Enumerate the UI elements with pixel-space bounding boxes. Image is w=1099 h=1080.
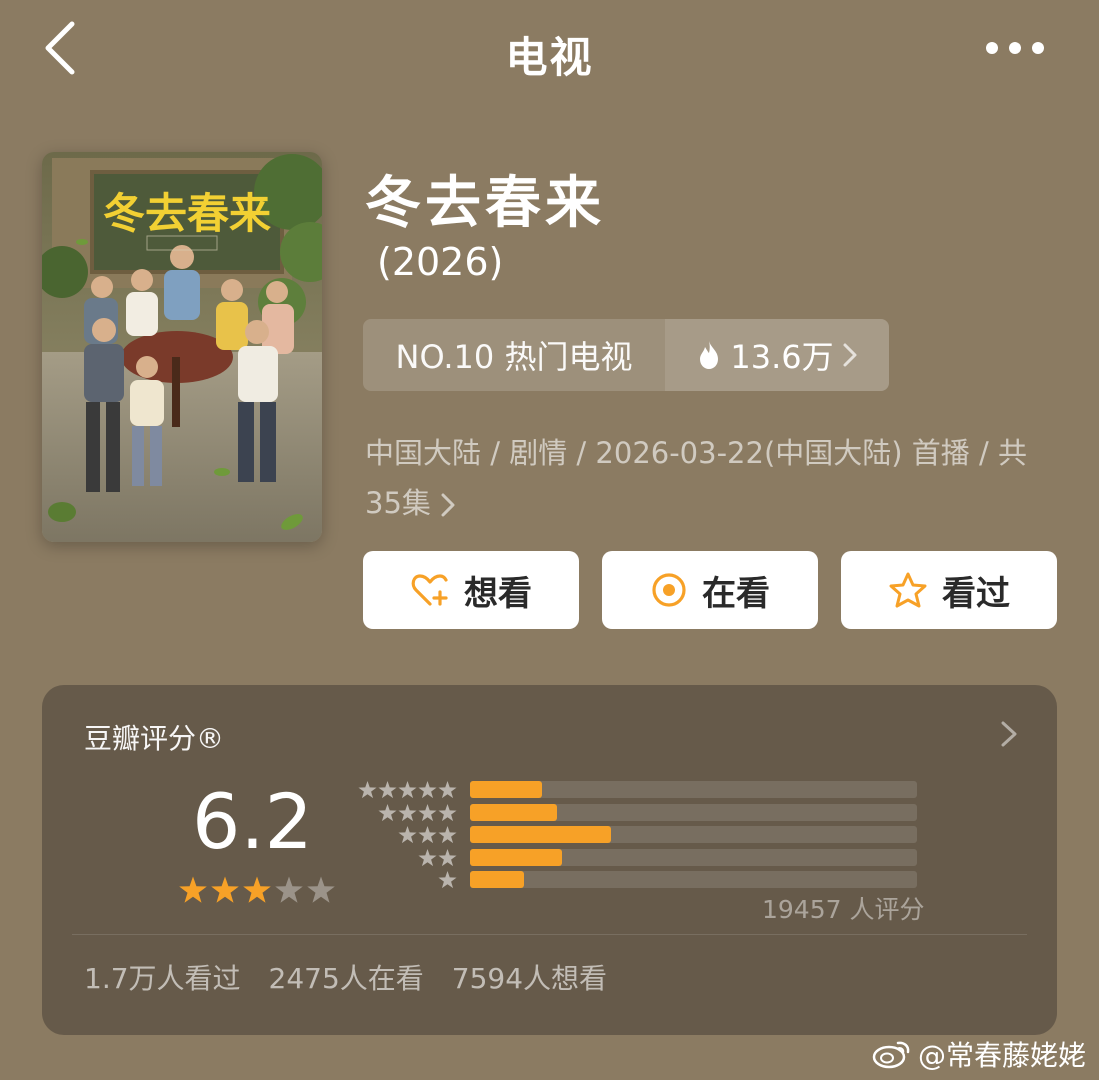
divider xyxy=(72,934,1027,935)
chevron-right-icon xyxy=(1001,721,1017,747)
watermark-text: @常春藤姥姥 xyxy=(918,1039,1087,1072)
star-small-icon xyxy=(438,803,457,821)
star-small-icon xyxy=(398,781,417,799)
distribution-bar-fill xyxy=(470,826,611,843)
poster-title-text: 冬去春来 xyxy=(103,189,271,238)
movie-meta[interactable]: 中国大陆 / 剧情 / 2026-03-22(中国大陆) 首播 / 共 35集 xyxy=(365,428,1065,528)
watermark: @常春藤姥姥 xyxy=(872,1034,1086,1074)
distribution-bar-fill xyxy=(470,871,524,888)
douban-rating-label: 豆瓣评分® xyxy=(84,722,225,755)
want-count: 7594人想看 xyxy=(451,962,608,995)
want-to-watch-button[interactable]: 想看 xyxy=(363,551,579,629)
rating-score: 6.2 xyxy=(192,777,313,866)
star-filled-icon xyxy=(179,876,207,903)
star-small-icon xyxy=(398,826,417,844)
distribution-bar-track xyxy=(470,848,917,866)
watched-count: 1.7万人看过 xyxy=(84,962,241,995)
distribution-bar-fill xyxy=(470,781,542,798)
movie-year: (2026) xyxy=(377,240,504,284)
distribution-bar-fill xyxy=(470,848,562,866)
distribution-bar-track xyxy=(470,871,917,888)
star-small-icon xyxy=(378,781,397,799)
heat-value: 13.6万 xyxy=(730,338,834,376)
star-small-icon xyxy=(418,803,437,821)
distribution-stars xyxy=(358,848,457,871)
chevron-right-icon xyxy=(843,343,857,367)
star-empty-icon xyxy=(307,876,335,903)
flame-icon xyxy=(700,341,719,369)
star-small-icon xyxy=(438,781,457,799)
watched-label: 看过 xyxy=(942,573,1010,614)
ranking-label[interactable]: NO.10 热门电视 xyxy=(363,319,665,391)
heat-value-button[interactable]: 13.6万 xyxy=(665,319,889,391)
star-small-icon xyxy=(378,803,397,821)
distribution-stars xyxy=(358,825,457,848)
more-button[interactable] xyxy=(980,26,1050,70)
poster-image[interactable]: 冬去春来 xyxy=(42,152,322,542)
star-small-icon xyxy=(418,826,437,844)
chevron-right-icon xyxy=(441,493,455,517)
rating-count: 19457 人评分 xyxy=(762,895,925,924)
stats-row: 1.7万人看过 2475人在看 7594人想看 xyxy=(84,957,607,997)
watched-button[interactable]: 看过 xyxy=(841,551,1057,629)
distribution-stars xyxy=(358,870,457,893)
movie-title: 冬去春来 xyxy=(365,171,605,236)
star-small-icon xyxy=(438,826,457,844)
want-to-watch-label: 想看 xyxy=(464,573,532,614)
star-filled-icon xyxy=(211,876,239,903)
star-outline-icon xyxy=(889,572,927,608)
distribution-bar-fill xyxy=(470,803,557,821)
watching-label: 在看 xyxy=(702,573,770,614)
star-filled-icon xyxy=(243,876,271,903)
page-title: 电视 xyxy=(505,33,594,82)
star-empty-icon xyxy=(275,876,303,903)
target-circle-icon xyxy=(652,573,686,607)
star-small-icon xyxy=(438,848,457,866)
star-small-icon xyxy=(438,871,457,889)
rating-stars xyxy=(178,875,336,909)
star-small-icon xyxy=(418,781,437,799)
meta-text: 中国大陆 / 剧情 / 2026-03-22(中国大陆) 首播 / 共 xyxy=(365,436,1028,470)
ranking-pill: NO.10 热门电视 13.6万 xyxy=(363,319,889,391)
distribution-bar-track xyxy=(470,826,917,843)
rating-card: 豆瓣评分® 6.2 19457 人评分 1.7万人看过 2475人在看 7594… xyxy=(42,685,1057,1035)
star-small-icon xyxy=(418,848,437,866)
distribution-bar-track xyxy=(470,803,917,821)
rating-detail-button[interactable] xyxy=(997,719,1021,749)
weibo-icon xyxy=(872,1041,910,1069)
more-dots-icon xyxy=(986,42,1044,54)
watching-button[interactable]: 在看 xyxy=(602,551,818,629)
distribution-stars xyxy=(358,803,457,826)
distribution-stars xyxy=(358,780,457,803)
star-small-icon xyxy=(398,803,417,821)
heart-plus-icon xyxy=(411,574,448,606)
episode-count: 35集 xyxy=(365,486,431,520)
watching-count: 2475人在看 xyxy=(268,962,424,995)
star-small-icon xyxy=(358,781,377,799)
distribution-bar-track xyxy=(470,781,917,798)
